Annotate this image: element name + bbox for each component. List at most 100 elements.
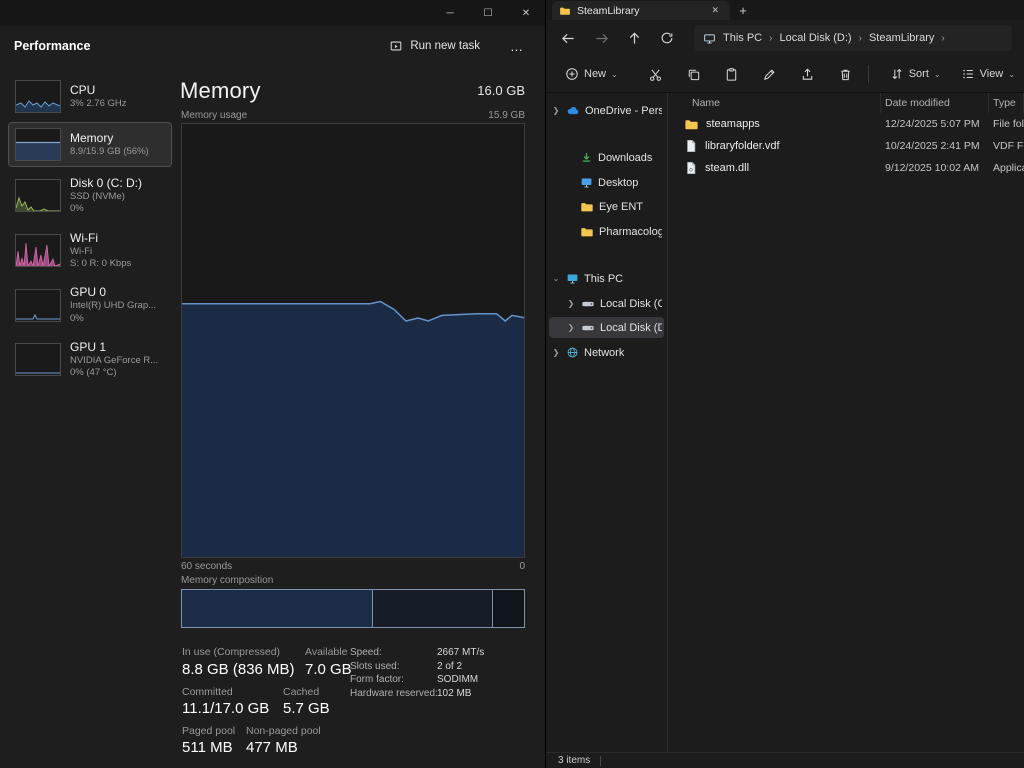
desktop-icon bbox=[580, 176, 593, 189]
items-count: 3 items bbox=[558, 755, 590, 766]
detail-slots: Slots used: 2 of 2 bbox=[350, 661, 462, 672]
nav-item-onedrive[interactable]: ❯ OneDrive - Personal bbox=[549, 100, 664, 121]
nav-item-eye-ent[interactable]: Eye ENT bbox=[549, 196, 664, 217]
file-name: libraryfolder.vdf bbox=[705, 140, 780, 152]
disk-drive-icon bbox=[581, 321, 595, 335]
nav-item-desktop[interactable]: Desktop bbox=[549, 172, 664, 193]
nav-label: This PC bbox=[584, 273, 623, 285]
delete-button[interactable] bbox=[831, 62, 860, 87]
cut-button[interactable] bbox=[641, 62, 670, 87]
column-header-name[interactable]: Name bbox=[668, 93, 881, 113]
wifi-mini-graph bbox=[15, 234, 61, 267]
breadcrumb-steamlibrary[interactable]: SteamLibrary bbox=[869, 32, 934, 44]
file-date: 9/12/2025 10:02 AM bbox=[881, 162, 989, 174]
file-date: 10/24/2025 2:41 PM bbox=[881, 140, 989, 152]
run-new-task-icon bbox=[389, 39, 403, 53]
up-button[interactable] bbox=[624, 26, 644, 50]
more-options-button[interactable]: … bbox=[502, 35, 531, 58]
chevron-right-icon: › bbox=[859, 33, 862, 44]
nav-label: Downloads bbox=[598, 152, 652, 164]
refresh-button[interactable] bbox=[657, 26, 677, 50]
sidebar-item-disk0[interactable]: Disk 0 (C: D:) SSD (NVMe) 0% bbox=[8, 170, 172, 222]
memory-mini-graph bbox=[15, 128, 61, 161]
breadcrumb: This PC › Local Disk (D:) › SteamLibrary… bbox=[694, 25, 1012, 51]
disk-mini-graph bbox=[15, 179, 61, 212]
paste-button[interactable] bbox=[717, 62, 746, 87]
sidebar-wifi-sub2: S: 0 R: 0 Kbps bbox=[70, 258, 131, 270]
close-button[interactable]: ✕ bbox=[507, 0, 545, 26]
tab-close-button[interactable]: ✕ bbox=[707, 4, 723, 17]
sidebar-disk0-sub1: SSD (NVMe) bbox=[70, 191, 142, 203]
nav-label: Local Disk (C:) bbox=[600, 298, 662, 310]
hardware-reserved-label: Hardware reserved: bbox=[350, 688, 437, 699]
explorer-toolbar: New ⌄ bbox=[546, 56, 1024, 93]
memory-composition-bar bbox=[181, 589, 525, 628]
view-button[interactable]: View ⌄ bbox=[954, 62, 1022, 86]
sidebar-item-gpu1[interactable]: GPU 1 NVIDIA GeForce R... 0% (47 °C) bbox=[8, 334, 172, 386]
gpu1-mini-graph bbox=[15, 343, 61, 376]
sidebar-gpu1-sub2: 0% (47 °C) bbox=[70, 367, 158, 379]
explorer-body: ❯ OneDrive - Personal Downloads Desktop … bbox=[546, 93, 1024, 752]
nav-label: Desktop bbox=[598, 177, 638, 189]
chevron-down-icon: ⌄ bbox=[551, 274, 561, 283]
chevron-right-icon: ❯ bbox=[551, 106, 561, 115]
breadcrumb-this-pc[interactable]: This PC bbox=[723, 32, 762, 44]
gpu0-mini-graph bbox=[15, 289, 61, 322]
breadcrumb-local-disk-d[interactable]: Local Disk (D:) bbox=[779, 32, 851, 44]
download-icon bbox=[580, 151, 593, 164]
nav-item-downloads[interactable]: Downloads bbox=[549, 147, 664, 168]
chevron-down-icon: ⌄ bbox=[934, 70, 941, 79]
status-bar: 3 items bbox=[546, 752, 1024, 768]
nav-item-network[interactable]: ❯ Network bbox=[549, 342, 664, 363]
sort-button[interactable]: Sort ⌄ bbox=[883, 62, 948, 86]
memory-usage-label: Memory usage bbox=[181, 110, 247, 121]
column-header-type[interactable]: Type bbox=[989, 93, 1024, 113]
chevron-down-icon: ⌄ bbox=[1008, 70, 1015, 79]
paged-pool-label: Paged pool bbox=[182, 725, 235, 737]
new-tab-button[interactable]: + bbox=[730, 1, 756, 20]
new-button[interactable]: New ⌄ bbox=[558, 62, 625, 86]
memory-composition-segment-free bbox=[492, 590, 524, 627]
run-new-task-button[interactable]: Run new task bbox=[381, 34, 488, 58]
nav-item-local-disk-d[interactable]: ❯ Local Disk (D:) bbox=[549, 317, 664, 338]
slots-label: Slots used: bbox=[350, 661, 437, 672]
file-row-steamapps[interactable]: steamapps 12/24/2025 5:07 PM File folder bbox=[668, 113, 1024, 135]
forward-button[interactable] bbox=[591, 26, 611, 50]
nav-item-pharmacology[interactable]: Pharmacology bbox=[549, 221, 664, 242]
detail-speed: Speed: 2667 MT/s bbox=[350, 647, 484, 658]
copy-button[interactable] bbox=[679, 62, 708, 87]
nav-label: Pharmacology bbox=[599, 226, 662, 238]
column-header-date-modified[interactable]: Date modified bbox=[881, 93, 989, 113]
sidebar-item-wifi[interactable]: Wi-Fi Wi-Fi S: 0 R: 0 Kbps bbox=[8, 225, 172, 277]
view-icon bbox=[961, 67, 975, 81]
sidebar-disk0-name: Disk 0 (C: D:) bbox=[70, 176, 142, 191]
cut-icon bbox=[648, 67, 663, 82]
paste-icon bbox=[724, 67, 739, 82]
file-row-libraryfolder-vdf[interactable]: libraryfolder.vdf 10/24/2025 2:41 PM VDF… bbox=[668, 135, 1024, 157]
file-row-steam-dll[interactable]: steam.dll 9/12/2025 10:02 AM Application bbox=[668, 157, 1024, 179]
cached-value: 5.7 GB bbox=[283, 700, 330, 717]
maximize-button[interactable]: ☐ bbox=[469, 0, 507, 26]
chevron-right-icon: ❯ bbox=[566, 323, 576, 332]
rename-button[interactable] bbox=[755, 62, 784, 87]
form-factor-label: Form factor: bbox=[350, 674, 437, 685]
file-explorer-window: SteamLibrary ✕ + This PC › Local Dis bbox=[545, 0, 1024, 768]
non-paged-pool-label: Non-paged pool bbox=[246, 725, 321, 737]
detail-form-factor: Form factor: SODIMM bbox=[350, 674, 478, 685]
cached-label: Cached bbox=[283, 686, 319, 698]
detail-hardware-reserved: Hardware reserved: 102 MB bbox=[350, 688, 471, 699]
memory-usage-graph bbox=[181, 123, 525, 558]
share-button[interactable] bbox=[793, 62, 822, 87]
folder-icon bbox=[684, 117, 699, 132]
back-button[interactable] bbox=[558, 26, 578, 50]
nav-label: Local Disk (D:) bbox=[600, 322, 662, 334]
available-label: Available bbox=[305, 646, 347, 658]
nav-item-local-disk-c[interactable]: ❯ Local Disk (C:) bbox=[549, 293, 664, 314]
minimize-button[interactable]: ─ bbox=[431, 0, 469, 26]
sidebar-item-cpu[interactable]: CPU 3% 2.76 GHz bbox=[8, 74, 172, 119]
sidebar-item-memory[interactable]: Memory 8.9/15.9 GB (56%) bbox=[8, 122, 172, 167]
tab-steamlibrary[interactable]: SteamLibrary ✕ bbox=[552, 1, 730, 20]
nav-item-this-pc[interactable]: ⌄ This PC bbox=[549, 268, 664, 289]
sidebar-item-gpu0[interactable]: GPU 0 Intel(R) UHD Grap... 0% bbox=[8, 279, 172, 331]
memory-scale-top: 15.9 GB bbox=[488, 110, 525, 121]
